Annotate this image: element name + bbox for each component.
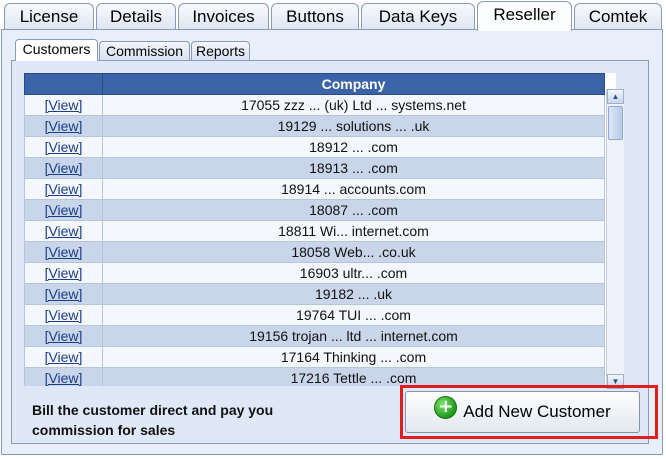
view-cell: [View] [24,136,103,158]
view-link[interactable]: [View] [45,202,83,218]
view-link[interactable]: [View] [45,349,83,365]
tab-details[interactable]: Details [96,3,176,29]
view-cell: [View] [24,241,103,263]
company-cell: 18811 Wi... internet.com [102,220,605,242]
company-cell: 18913 ... .com [102,157,605,179]
add-new-customer-button[interactable]: + Add New Customer [405,391,640,433]
table-row: [View] 19129 ... solutions ... .uk [24,115,605,137]
view-link[interactable]: [View] [45,160,83,176]
view-cell: [View] [24,325,103,347]
table-row: [View] 19764 TUI ... .com [24,304,605,326]
table-row: [View] 19156 trojan ... ltd ... internet.… [24,325,605,347]
view-cell: [View] [24,157,103,179]
company-cell: 18058 Web... .co.uk [102,241,605,263]
customer-table: Company [View] 17055 zzz ... (uk) Ltd ...… [24,73,605,386]
view-link[interactable]: [View] [45,307,83,323]
view-cell: [View] [24,115,103,137]
table-row: [View] 18811 Wi... internet.com [24,220,605,242]
tab-license[interactable]: License [4,3,94,29]
view-link[interactable]: [View] [45,118,83,134]
company-cell: 19129 ... solutions ... .uk [102,115,605,137]
tab-data-keys[interactable]: Data Keys [361,3,475,29]
table-row: [View] 17055 zzz ... (uk) Ltd ... systems… [24,94,605,116]
company-cell: 17216 Tettle ... .com [102,367,605,386]
company-cell: 19182 ... .uk [102,283,605,305]
view-link[interactable]: [View] [45,223,83,239]
add-new-customer-label: Add New Customer [463,402,611,421]
table-header-row: Company [24,73,605,95]
subtab-customers[interactable]: Customers [15,39,98,61]
scroll-up-button[interactable]: ▲ [607,89,624,104]
view-link[interactable]: [View] [45,181,83,197]
tab-invoices[interactable]: Invoices [178,3,269,29]
view-link[interactable]: [View] [45,328,83,344]
company-cell: 16903 ultr... .com [102,262,605,284]
view-link[interactable]: [View] [45,370,83,386]
company-cell: 18914 ... accounts.com [102,178,605,200]
subtab-reports[interactable]: Reports [191,41,250,61]
company-cell: 19764 TUI ... .com [102,304,605,326]
table-row: [View] 18912 ... .com [24,136,605,158]
table-row: [View] 18914 ... accounts.com [24,178,605,200]
table-row: [View] 17164 Thinking ... .com [24,346,605,368]
view-link[interactable]: [View] [45,265,83,281]
tab-buttons[interactable]: Buttons [271,3,359,29]
view-cell: [View] [24,262,103,284]
view-cell: [View] [24,220,103,242]
top-tab-bar: License Details Invoices Buttons Data Ke… [0,0,666,31]
view-cell: [View] [24,304,103,326]
view-link[interactable]: [View] [45,244,83,260]
table-row: [View] 18913 ... .com [24,157,605,179]
tab-comtek[interactable]: Comtek [574,3,662,29]
table-row: [View] 19182 ... .uk [24,283,605,305]
view-cell: [View] [24,199,103,221]
table-row: [View] 18087 ... .com [24,199,605,221]
vertical-scrollbar[interactable]: ▲ ▼ [606,89,624,389]
subtab-commission[interactable]: Commission [99,41,190,61]
view-cell: [View] [24,283,103,305]
plus-circle-icon: + [434,395,458,419]
table-row: [View] 18058 Web... .co.uk [24,241,605,263]
view-link[interactable]: [View] [45,97,83,113]
company-cell: 19156 trojan ... ltd ... internet.com [102,325,605,347]
commission-info: Bill the customer direct and pay you com… [32,400,332,440]
company-cell: 17055 zzz ... (uk) Ltd ... systems.net [102,94,605,116]
view-cell: [View] [24,367,103,386]
view-column-header [24,73,103,95]
scroll-thumb[interactable] [608,106,623,140]
view-cell: [View] [24,178,103,200]
view-cell: [View] [24,346,103,368]
company-cell: 18912 ... .com [102,136,605,158]
commission-info-line2: commission for sales [32,422,176,438]
company-cell: 17164 Thinking ... .com [102,346,605,368]
view-cell: [View] [24,94,103,116]
commission-info-line1: Bill the customer direct and pay you [32,402,274,418]
table-row: [View] 17216 Tettle ... .com [24,367,605,386]
view-link[interactable]: [View] [45,286,83,302]
tab-reseller[interactable]: Reseller [477,1,572,31]
view-link[interactable]: [View] [45,139,83,155]
customer-grid: Company [View] 17055 zzz ... (uk) Ltd ...… [24,73,616,386]
table-row: [View] 16903 ultr... .com [24,262,605,284]
company-column-header[interactable]: Company [102,73,605,95]
company-cell: 18087 ... .com [102,199,605,221]
table-body: [View] 17055 zzz ... (uk) Ltd ... systems… [24,94,605,386]
